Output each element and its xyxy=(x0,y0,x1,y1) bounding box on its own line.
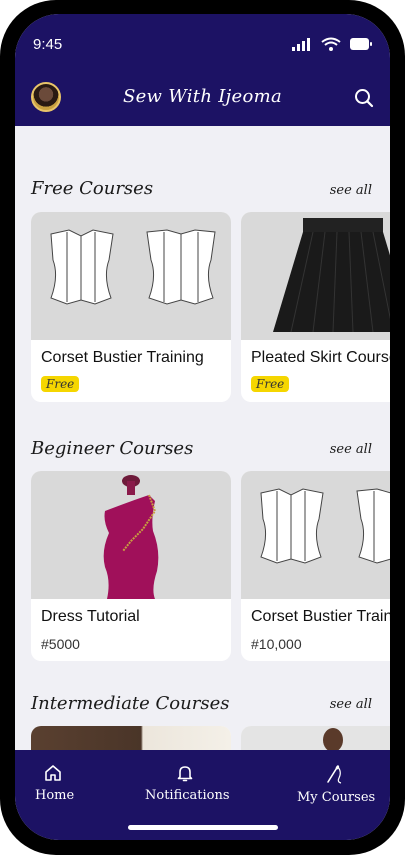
course-title: Corset Bustier Training xyxy=(251,608,390,625)
corset-illustration xyxy=(50,229,216,305)
nav-my-courses[interactable]: My Courses xyxy=(297,764,376,805)
see-all-beginner-link[interactable]: see all xyxy=(330,442,372,457)
course-title: Pleated Skirt Course xyxy=(251,349,390,366)
status-time: 9:45 xyxy=(33,36,63,53)
course-card[interactable]: Corset Bustier Training #10,000 xyxy=(241,471,390,661)
skirt-illustration xyxy=(273,218,390,333)
course-image-corset xyxy=(31,212,231,340)
app-header: 9:45 Sew With Ijeoma xyxy=(15,14,390,126)
course-price: #5000 xyxy=(41,636,80,652)
free-badge: Free xyxy=(41,376,80,392)
nav-home[interactable]: Home xyxy=(35,764,75,803)
section-title-free: Free Courses xyxy=(31,178,154,199)
course-card[interactable]: Corset Bustier Training Free xyxy=(31,212,231,402)
course-price: #10,000 xyxy=(251,636,302,652)
course-card[interactable] xyxy=(31,726,231,750)
course-card[interactable]: Dress Tutorial #5000 xyxy=(31,471,231,661)
nav-label-home: Home xyxy=(35,788,75,803)
nav-notifications[interactable]: Notifications xyxy=(145,764,230,803)
see-all-intermediate-link[interactable]: see all xyxy=(330,697,372,712)
wifi-icon xyxy=(321,37,341,51)
course-image-corset xyxy=(241,471,390,599)
course-feed[interactable]: Free Courses see all Corset Bustier Trai… xyxy=(15,126,390,750)
model-illustration xyxy=(323,728,343,750)
free-badge: Free xyxy=(251,376,290,392)
course-card[interactable]: Pleated Skirt Course Free xyxy=(241,212,390,402)
search-icon[interactable] xyxy=(354,88,374,108)
course-card[interactable] xyxy=(241,726,390,750)
bell-icon xyxy=(177,766,193,782)
course-image-blouse xyxy=(31,726,231,750)
nav-label-notifications: Notifications xyxy=(145,788,230,803)
course-title: Corset Bustier Training xyxy=(41,349,204,366)
corset-illustration xyxy=(260,488,390,564)
app-title: Sew With Ijeoma xyxy=(122,86,283,107)
course-title: Dress Tutorial xyxy=(41,608,140,625)
course-image-dress xyxy=(31,471,231,599)
app-screen: 9:45 Sew With Ijeoma Free Courses see al… xyxy=(15,14,390,840)
sewing-needle-icon xyxy=(327,765,342,784)
course-image-hoodie xyxy=(241,726,390,750)
home-icon xyxy=(45,765,61,781)
see-all-free-link[interactable]: see all xyxy=(330,183,372,198)
cellular-signal-icon xyxy=(292,37,310,51)
course-image-skirt xyxy=(241,212,390,340)
battery-icon xyxy=(350,38,372,50)
section-title-intermediate: Intermediate Courses xyxy=(31,693,230,714)
nav-label-my-courses: My Courses xyxy=(297,790,376,805)
status-icons xyxy=(292,37,372,51)
dress-illustration xyxy=(103,475,159,599)
home-indicator[interactable] xyxy=(128,825,278,830)
section-title-beginner: Begineer Courses xyxy=(31,438,194,459)
phone-frame: 9:45 Sew With Ijeoma Free Courses see al… xyxy=(0,0,405,855)
